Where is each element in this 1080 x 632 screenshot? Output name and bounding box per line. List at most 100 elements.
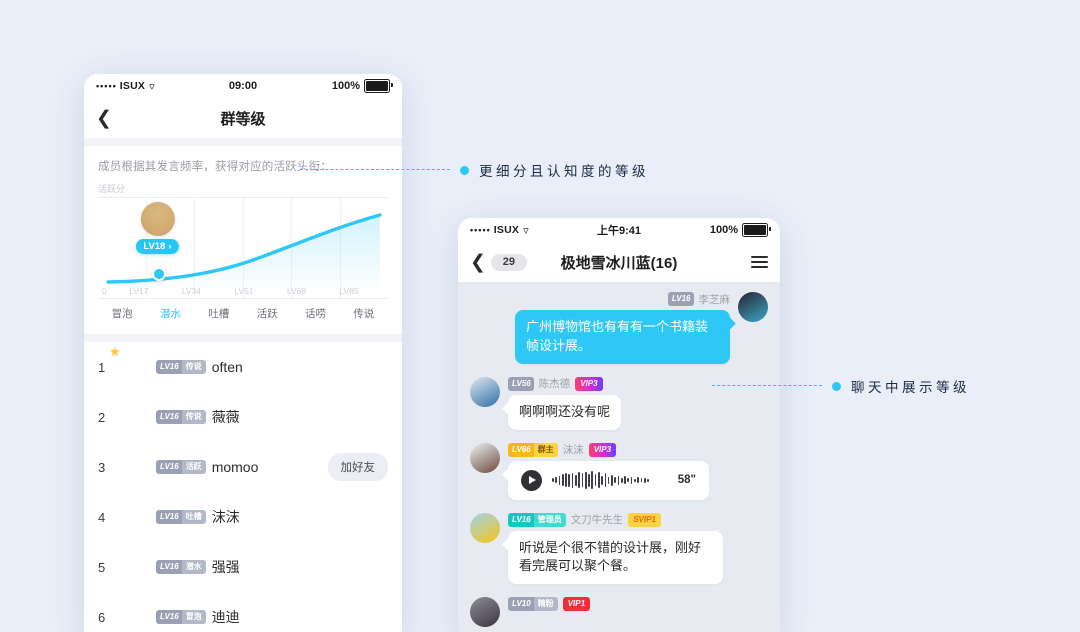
member-name: 薇薇	[211, 409, 240, 425]
table-row[interactable]: 5 LV16 潜水 强强	[84, 542, 402, 592]
level-badge-title: 传说	[181, 360, 206, 374]
level-badge: LV10 精粉	[508, 597, 558, 612]
level-badge-level: LV16	[156, 510, 182, 524]
rank-number: 2	[98, 409, 106, 425]
tab-qianshui[interactable]: 潜水	[146, 306, 194, 321]
level-badge: LV16	[667, 292, 694, 306]
message-bubble[interactable]: 听说是个很不错的设计展，刚好看完展可以聚个餐。	[508, 530, 723, 585]
avatar	[114, 401, 146, 433]
table-row[interactable]: 1 ★ LV16 传说 often	[84, 342, 402, 392]
list-item: LV16 管理员 文刀牛先生 SVIP1 听说是个很不错的设计展，刚好看完展可以聚…	[470, 512, 768, 585]
tab-chuanshuo[interactable]: 传说	[340, 306, 388, 321]
avatar	[114, 451, 146, 483]
level-badge-level: LV16	[156, 610, 182, 624]
level-badge: LV16 管理员	[508, 512, 566, 527]
level-badge-level: LV16	[156, 360, 182, 374]
level-badge: LV16 潜水	[156, 560, 206, 574]
chat-message-list: LV16 李芝麻 广州博物馆也有有有一个书籍装帧设计展。 LV56 陈杰德 VIP…	[458, 282, 780, 632]
annotation-text: 聊天中展示等级	[851, 380, 970, 395]
message-meta: LV66 群主 沫沫 VIP3	[508, 442, 709, 457]
member-name: 沫沫	[211, 509, 240, 525]
level-badge: LV16 传说	[156, 360, 206, 374]
avatar[interactable]	[470, 376, 500, 407]
sender-name: 陈杰德	[538, 378, 571, 391]
waveform	[552, 470, 668, 490]
avatar[interactable]	[470, 512, 500, 543]
level-badge-title: 活跃	[181, 460, 206, 474]
tab-hualao[interactable]: 话唠	[291, 306, 339, 321]
message-bubble[interactable]: 啊啊啊还没有呢	[508, 394, 622, 430]
table-row[interactable]: 2 LV16 传说 薇薇	[84, 392, 402, 442]
rank-number: 3	[98, 459, 106, 475]
message-bubble[interactable]: 广州博物馆也有有有一个书籍装帧设计展。	[515, 310, 730, 364]
list-item: LV10 精粉 VIP1	[470, 597, 768, 628]
level-badge-level: LV16	[667, 292, 694, 306]
list-item: LV66 群主 沫沫 VIP3 58"	[470, 442, 768, 500]
annotation-level-in-chat: 聊天中展示等级	[712, 376, 970, 396]
section-divider	[84, 334, 402, 342]
level-badge-level: LV10	[508, 597, 534, 612]
phone-group-level: ••••• ISUX ▿ 09:00 100% ❮ 群等级 成员根据其发言频率，…	[84, 74, 402, 632]
chevron-right-icon: ›	[168, 241, 172, 252]
hamburger-menu-icon[interactable]	[751, 256, 768, 268]
status-bar-right: ••••• ISUX ▿ 上午9:41 100%	[458, 218, 780, 242]
message-meta: LV16 李芝麻	[667, 292, 731, 306]
tab-maopao[interactable]: 冒泡	[98, 306, 146, 321]
level-pill[interactable]: LV18 ›	[136, 239, 179, 254]
add-friend-button[interactable]: 加好友	[327, 453, 388, 481]
table-row[interactable]: 3 LV16 活跃 momoo 加好友	[84, 442, 402, 492]
level-tab-bar: 冒泡 潜水 吐槽 活跃 话唠 传说	[98, 299, 388, 330]
level-badge-level: LV16	[156, 410, 182, 424]
annotation-leader-line	[300, 169, 450, 171]
annotation-leader-line	[712, 385, 822, 387]
rank-number: 6	[98, 609, 106, 625]
phone-group-chat: ••••• ISUX ▿ 上午9:41 100% ❮ 29 极地雪冰川蓝(16)…	[458, 218, 780, 632]
level-badge-title: 精粉	[533, 597, 558, 612]
tab-huoyue[interactable]: 活跃	[243, 306, 291, 321]
sender-name: 文刀牛先生	[570, 514, 624, 527]
level-badge: LV56	[508, 376, 534, 391]
member-name: 强强	[211, 559, 240, 575]
nav-bar-left: ❮ 群等级	[84, 98, 402, 138]
vip-badge: VIP1	[562, 597, 591, 612]
table-row[interactable]: 4 LV16 吐槽 沫沫	[84, 492, 402, 542]
chat-title: 极地雪冰川蓝(16)	[560, 254, 678, 272]
tab-tucao[interactable]: 吐槽	[195, 306, 243, 321]
level-badge-title: 群主	[533, 442, 558, 457]
level-pill-label: LV18	[143, 241, 166, 252]
voice-message-bubble[interactable]: 58"	[508, 460, 709, 500]
avatar[interactable]	[470, 442, 500, 473]
battery-icon	[742, 223, 771, 237]
nav-bar-right: ❮ 29 极地雪冰川蓝(16)	[458, 242, 780, 282]
level-badge-title: 冒泡	[181, 610, 206, 624]
annotation-level-granularity: 更细分且认知度的等级	[300, 160, 649, 180]
level-badge: LV16 活跃	[156, 460, 206, 474]
current-level-marker[interactable]: LV18 ›	[136, 202, 179, 254]
avatar	[114, 501, 146, 533]
sender-name: 沫沫	[562, 444, 584, 457]
rank-number: 1	[98, 359, 106, 375]
list-item: LV16 李芝麻 广州博物馆也有有有一个书籍装帧设计展。	[470, 292, 768, 364]
y-axis-label: 活跃分	[98, 184, 126, 194]
play-icon[interactable]	[521, 469, 542, 491]
level-badge-title: 潜水	[181, 560, 206, 574]
level-badge: LV16 吐槽	[156, 510, 206, 524]
rank-number: 5	[98, 559, 106, 575]
level-badge-level: LV56	[508, 376, 534, 391]
avatar[interactable]	[738, 292, 768, 322]
annotation-dot-icon	[832, 381, 841, 391]
activity-growth-chart: LV18 › 0 LV17 LV34 LV51 LV68 LV85	[98, 197, 388, 299]
level-badge-title: 吐槽	[181, 510, 206, 524]
avatar[interactable]	[470, 597, 500, 628]
level-badge-title: 管理员	[533, 512, 566, 527]
message-meta: LV16 管理员 文刀牛先生 SVIP1	[508, 512, 723, 527]
message-meta: LV56 陈杰德 VIP3	[508, 376, 621, 391]
avatar: ★	[109, 344, 146, 383]
message-meta: LV10 精粉 VIP1	[508, 597, 591, 612]
page-title: 群等级	[220, 110, 266, 128]
table-row[interactable]: 6 LV16 冒泡 迪迪	[84, 592, 402, 632]
level-badge-level: LV66	[508, 442, 534, 457]
sender-name: 李芝麻	[698, 293, 731, 306]
level-badge-level: LV16	[156, 560, 182, 574]
status-bar-left: ••••• ISUX ▿ 09:00 100%	[84, 74, 402, 98]
